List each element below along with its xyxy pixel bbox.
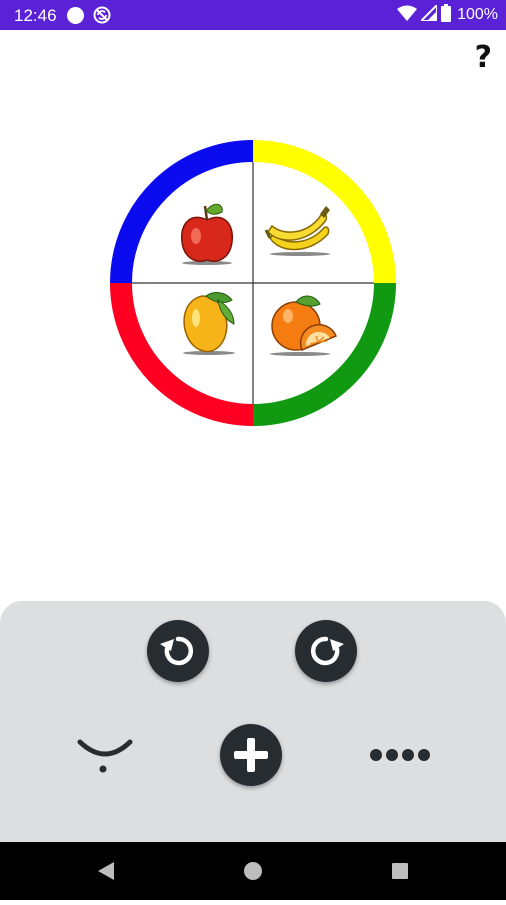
rotate-clockwise-icon bbox=[310, 636, 344, 666]
battery-icon bbox=[441, 3, 452, 27]
no-sync-icon bbox=[93, 6, 111, 24]
plus-icon bbox=[234, 738, 268, 772]
rotate-counterclockwise-icon bbox=[160, 636, 194, 666]
home-icon bbox=[244, 862, 262, 880]
signal-icon bbox=[418, 2, 439, 26]
status-bar: 12:46 100% bbox=[0, 0, 506, 30]
fruit-wheel[interactable] bbox=[110, 140, 396, 426]
smile-curve-icon[interactable] bbox=[74, 734, 136, 781]
back-icon bbox=[98, 862, 114, 880]
status-time: 12:46 bbox=[14, 6, 57, 25]
more-dots-icon[interactable] bbox=[368, 744, 434, 771]
rotate-right-button[interactable] bbox=[295, 620, 357, 682]
nav-bar bbox=[0, 842, 506, 900]
recents-button[interactable] bbox=[370, 842, 430, 900]
home-button[interactable] bbox=[223, 842, 283, 900]
circle-notification-icon bbox=[67, 7, 84, 24]
status-right-group: 100% bbox=[397, 2, 498, 27]
rotate-left-button[interactable] bbox=[147, 620, 209, 682]
control-panel bbox=[0, 601, 506, 842]
battery-percent: 100% bbox=[457, 6, 498, 23]
add-button[interactable] bbox=[220, 724, 282, 786]
recents-icon bbox=[392, 863, 408, 879]
help-icon[interactable]: ? bbox=[475, 40, 492, 75]
back-button[interactable] bbox=[75, 842, 135, 900]
wifi-icon bbox=[397, 5, 418, 26]
